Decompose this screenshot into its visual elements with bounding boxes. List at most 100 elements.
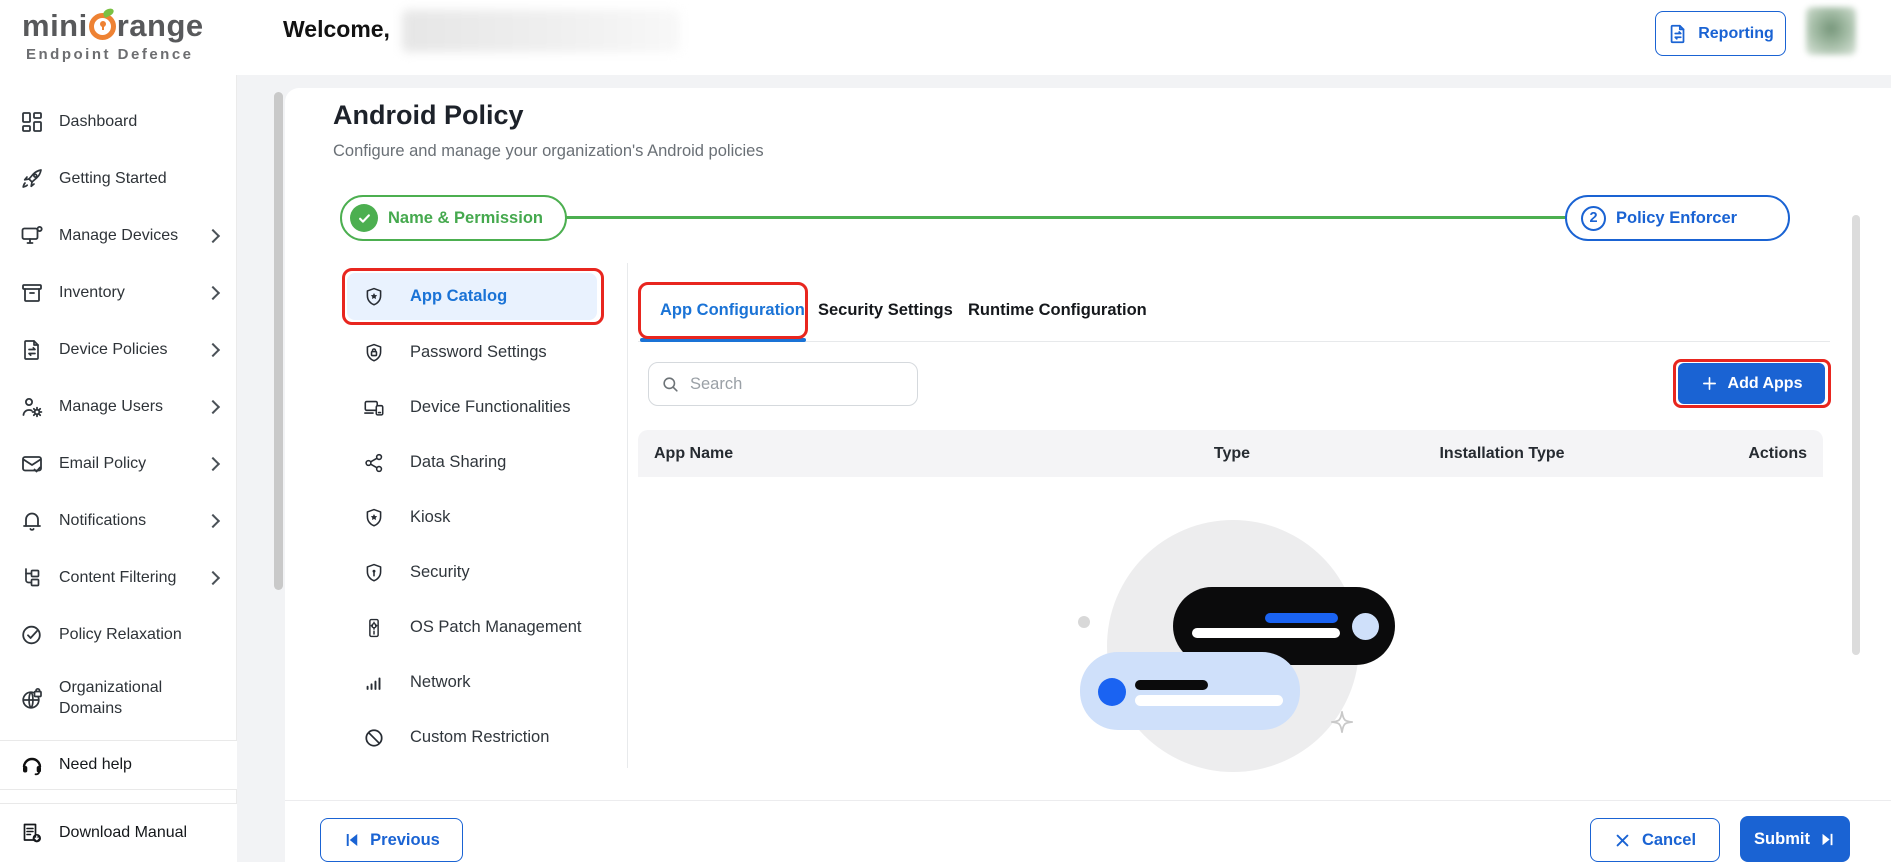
chevron-right-icon: [205, 513, 221, 529]
illustration-dot: [1078, 616, 1090, 628]
sidebar-item-label: Content Filtering: [59, 568, 177, 586]
sidebar-item-label: Email Policy: [59, 454, 147, 472]
sidebar-item-manage-users[interactable]: Manage Users: [0, 382, 236, 432]
sidebar-item-download-manual[interactable]: Download Manual: [0, 803, 237, 862]
sidebar-item-device-policies[interactable]: Device Policies: [0, 325, 236, 375]
empty-state-illustration: [1060, 518, 1400, 808]
panel-scrollbar-right[interactable]: [1852, 215, 1860, 655]
welcome-label: Welcome,: [283, 16, 390, 42]
step-label: Name & Permission: [388, 208, 543, 227]
sidebar-item-label: Inventory: [59, 283, 125, 301]
policy-menu-item-data-sharing[interactable]: Data Sharing: [347, 439, 597, 486]
illustration-black-bar: [1135, 680, 1208, 690]
logo-subtitle: Endpoint Defence: [26, 46, 194, 63]
plus-icon: [1701, 375, 1718, 392]
chevron-right-icon: [205, 570, 221, 586]
monitor-icon: [20, 224, 44, 248]
policy-menu-item-os-patch-management[interactable]: OS Patch Management: [347, 604, 597, 651]
sidebar-item-organizational-domains[interactable]: Organizational Domains: [0, 667, 236, 731]
policy-menu-item-app-catalog[interactable]: App Catalog: [347, 273, 597, 320]
policy-menu-label: OS Patch Management: [410, 618, 582, 636]
add-apps-label: Add Apps: [1727, 374, 1803, 392]
search-input[interactable]: [690, 374, 880, 394]
previous-label: Previous: [370, 830, 440, 849]
step-number: 2: [1581, 205, 1606, 231]
tab-app-configuration[interactable]: App Configuration: [660, 290, 805, 330]
illustration-lightblue-circle: [1352, 613, 1379, 640]
shield-star-icon: [363, 286, 385, 308]
policy-menu-label: Device Functionalities: [410, 398, 571, 416]
phone-gear-icon: [363, 617, 385, 639]
cancel-button[interactable]: Cancel: [1590, 818, 1720, 862]
signal-bars-icon: [363, 672, 385, 694]
sidebar-item-email-policy[interactable]: Email Policy: [0, 439, 236, 489]
sidebar-item-need-help[interactable]: Need help: [0, 740, 237, 790]
policy-menu-item-password-settings[interactable]: Password Settings: [347, 329, 597, 376]
column-header-actions: Actions: [1748, 444, 1807, 462]
tab-security-settings[interactable]: Security Settings: [818, 290, 953, 330]
user-avatar[interactable]: [1806, 7, 1856, 55]
policy-menu-item-custom-restriction[interactable]: Custom Restriction: [347, 714, 597, 761]
close-icon: [1614, 832, 1631, 849]
content-scrollbar-left[interactable]: [274, 92, 283, 590]
user-gear-icon: [20, 395, 44, 419]
policy-menu-item-kiosk[interactable]: Kiosk: [347, 494, 597, 541]
apps-table-header: App Name Type Installation Type Actions: [638, 430, 1823, 477]
shield-star-icon: [363, 507, 385, 529]
policy-menu-label: App Catalog: [410, 287, 508, 305]
shield-lock-icon: [363, 342, 385, 364]
need-help-label: Need help: [59, 756, 132, 773]
tab-label: Runtime Configuration: [968, 300, 1147, 319]
tab-label: App Configuration: [660, 300, 805, 319]
miniorange-o-lock-icon: [88, 6, 116, 40]
add-apps-button[interactable]: Add Apps: [1678, 363, 1825, 404]
policy-menu-label: Security: [410, 563, 470, 581]
rocket-icon: [20, 167, 44, 191]
tab-runtime-configuration[interactable]: Runtime Configuration: [968, 290, 1147, 330]
column-header-app-name: App Name: [654, 444, 734, 462]
app-search-box: [648, 362, 918, 406]
sidebar: Dashboard Getting Started Manage Devices…: [0, 75, 237, 862]
archive-box-icon: [20, 281, 44, 305]
illustration-white-bar: [1192, 628, 1340, 638]
illustration-blue-bar: [1265, 613, 1338, 623]
policy-menu-item-security[interactable]: Security: [347, 549, 597, 596]
ban-icon: [363, 727, 385, 749]
logo-text-range: range: [116, 8, 204, 43]
previous-button[interactable]: Previous: [320, 818, 463, 862]
logo-wordmark: mini range: [22, 6, 204, 44]
sidebar-item-inventory[interactable]: Inventory: [0, 268, 236, 318]
document-download-icon: [20, 821, 44, 845]
stepper-step-name-permission[interactable]: Name & Permission: [340, 195, 567, 241]
skip-back-icon: [343, 831, 361, 849]
chevron-right-icon: [205, 228, 221, 244]
sidebar-item-policy-relaxation[interactable]: Policy Relaxation: [0, 610, 236, 660]
top-header: mini range Endpoint Defence Welcome, Rep…: [0, 0, 1891, 75]
sidebar-item-dashboard[interactable]: Dashboard: [0, 97, 236, 147]
page-title: Android Policy: [333, 100, 524, 130]
sidebar-item-label: Notifications: [59, 511, 147, 529]
sidebar-item-label: Getting Started: [59, 169, 167, 187]
cancel-label: Cancel: [1641, 830, 1697, 849]
sidebar-item-getting-started[interactable]: Getting Started: [0, 154, 236, 204]
policy-menu-item-network[interactable]: Network: [347, 659, 597, 706]
report-document-icon: [1667, 23, 1689, 45]
submit-button[interactable]: Submit: [1740, 816, 1850, 862]
headset-icon: [20, 753, 44, 777]
sidebar-item-notifications[interactable]: Notifications: [0, 496, 236, 546]
tab-label: Security Settings: [818, 300, 953, 319]
sidebar-item-manage-devices[interactable]: Manage Devices: [0, 211, 236, 261]
menu-content-divider: [627, 263, 628, 768]
policy-menu-label: Network: [410, 673, 471, 691]
policy-menu-label: Kiosk: [410, 508, 451, 526]
policy-menu-label: Data Sharing: [410, 453, 507, 471]
stepper-step-policy-enforcer[interactable]: 2 Policy Enforcer: [1565, 195, 1790, 241]
policy-menu-item-device-functionalities[interactable]: Device Functionalities: [347, 384, 597, 431]
chevron-right-icon: [205, 342, 221, 358]
submit-label: Submit: [1754, 829, 1810, 848]
policy-menu-label: Password Settings: [410, 343, 547, 361]
reporting-button[interactable]: Reporting: [1655, 11, 1786, 56]
sidebar-item-label: Policy Relaxation: [59, 625, 182, 643]
hierarchy-icon: [20, 566, 44, 590]
sidebar-item-content-filtering[interactable]: Content Filtering: [0, 553, 236, 603]
